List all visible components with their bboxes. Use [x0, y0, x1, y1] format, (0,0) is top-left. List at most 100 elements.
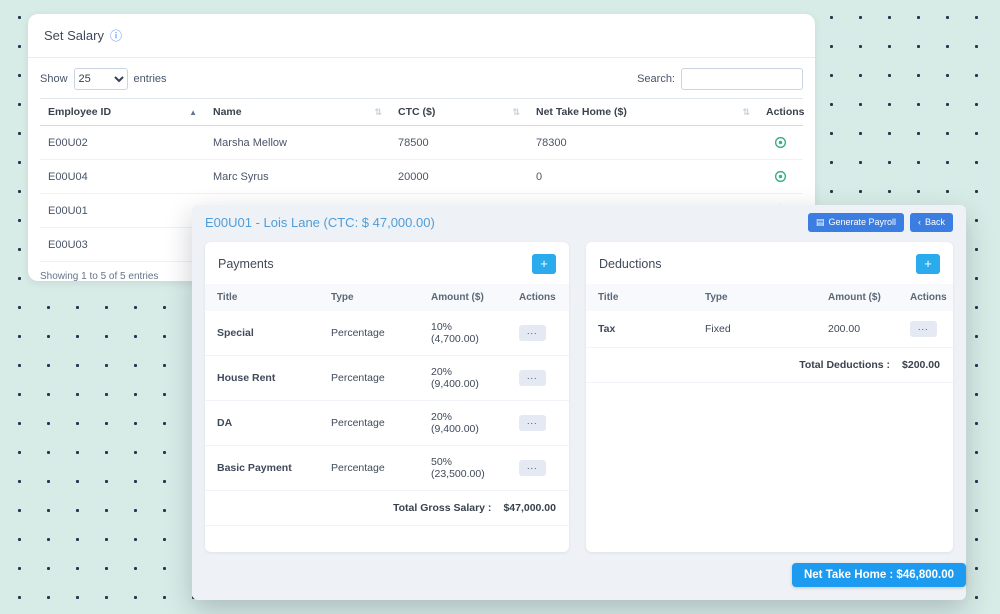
payment-type: Percentage	[319, 400, 419, 445]
col-label: Actions	[766, 106, 805, 118]
add-payment-button[interactable]: +	[532, 254, 556, 274]
payment-title: Special	[205, 311, 319, 356]
search-label: Search:	[637, 73, 675, 85]
payment-row: Basic Payment Percentage 50% (23,500.00)…	[205, 445, 569, 490]
row-actions-button[interactable]: ...	[910, 321, 937, 337]
back-button[interactable]: ‹ Back	[910, 213, 953, 232]
payments-total-label: Total Gross Salary :	[393, 502, 491, 514]
employee-id-link[interactable]: E00U02	[40, 126, 205, 160]
payment-title: Basic Payment	[205, 445, 319, 490]
col-actions: Actions	[758, 99, 803, 126]
col-name[interactable]: Name ⇅	[205, 99, 390, 126]
sort-asc-icon: ▲	[189, 108, 197, 117]
payment-row: House Rent Percentage 20% (9,400.00) ...	[205, 355, 569, 400]
view-salary-icon[interactable]	[774, 136, 787, 149]
col-title: Title	[205, 284, 319, 311]
add-deduction-button[interactable]: +	[916, 254, 940, 274]
employee-id-link[interactable]: E00U03	[40, 228, 205, 262]
table-controls: Show 25 entries Search:	[28, 58, 815, 98]
back-label: Back	[925, 217, 945, 228]
sort-icon: ⇅	[742, 107, 750, 118]
col-title: Title	[586, 284, 693, 311]
salary-table-header-row: Employee ID ▲ Name ⇅ CTC ($) ⇅ Net Take Hom…	[40, 99, 803, 126]
payment-title: House Rent	[205, 355, 319, 400]
payments-card: Payments + Title Type Amount ($) Actions…	[205, 242, 569, 552]
net-cell: 0	[528, 160, 758, 194]
col-amount: Amount ($)	[419, 284, 507, 311]
col-employee-id[interactable]: Employee ID ▲	[40, 99, 205, 126]
deductions-table: Title Type Amount ($) Actions Tax Fixed …	[586, 284, 953, 348]
deduction-row: Tax Fixed 200.00 ...	[586, 311, 953, 348]
col-amount: Amount ($)	[816, 284, 898, 311]
sort-icon: ⇅	[374, 107, 382, 118]
ctc-cell: 78500	[390, 126, 528, 160]
payment-type: Percentage	[319, 445, 419, 490]
employee-salary-panel: E00U01 - Lois Lane (CTC: $ 47,000.00) ▤ …	[192, 205, 966, 600]
ctc-cell: 20000	[390, 160, 528, 194]
net-take-home-badge: Net Take Home : $46,800.00	[792, 563, 966, 587]
entries-select[interactable]: 25	[74, 68, 128, 90]
show-label: Show	[40, 73, 68, 85]
col-type: Type	[693, 284, 816, 311]
col-label: CTC ($)	[398, 106, 435, 118]
employee-name-cell: Marsha Mellow	[205, 126, 390, 160]
document-icon: ▤	[816, 217, 825, 228]
chevron-left-icon: ‹	[918, 217, 921, 228]
deductions-total-label: Total Deductions :	[799, 359, 890, 371]
employee-id-link[interactable]: E00U04	[40, 160, 205, 194]
payments-table: Title Type Amount ($) Actions Special Pe…	[205, 284, 569, 491]
col-type: Type	[319, 284, 419, 311]
show-entries-control: Show 25 entries	[40, 68, 167, 90]
deductions-total-value: $200.00	[902, 359, 940, 371]
row-actions-button[interactable]: ...	[519, 325, 546, 341]
payment-row: DA Percentage 20% (9,400.00) ...	[205, 400, 569, 445]
payment-amount: 20% (9,400.00)	[419, 400, 507, 445]
payments-header: Payments +	[205, 242, 569, 284]
payment-title: DA	[205, 400, 319, 445]
entries-label: entries	[134, 73, 167, 85]
sort-icon: ⇅	[512, 107, 520, 118]
panel-actions: ▤ Generate Payroll ‹ Back	[808, 213, 953, 232]
info-icon[interactable]: ⓘ	[110, 27, 122, 44]
set-salary-header: Set Salary ⓘ	[28, 14, 815, 58]
row-actions-button[interactable]: ...	[519, 415, 546, 431]
search-control: Search:	[637, 68, 803, 90]
deduction-type: Fixed	[693, 311, 816, 348]
deductions-header-row: Title Type Amount ($) Actions	[586, 284, 953, 311]
col-actions: Actions	[898, 284, 953, 311]
payments-title: Payments	[218, 257, 274, 271]
employee-id-link[interactable]: E00U01	[40, 194, 205, 228]
deductions-title: Deductions	[599, 257, 662, 271]
payments-header-row: Title Type Amount ($) Actions	[205, 284, 569, 311]
generate-payroll-label: Generate Payroll	[828, 217, 896, 228]
payment-row: Special Percentage 10% (4,700.00) ...	[205, 311, 569, 356]
view-salary-icon[interactable]	[774, 170, 787, 183]
net-cell: 78300	[528, 126, 758, 160]
search-input[interactable]	[681, 68, 803, 90]
payment-amount: 10% (4,700.00)	[419, 311, 507, 356]
deduction-amount: 200.00	[816, 311, 898, 348]
col-net-take-home[interactable]: Net Take Home ($) ⇅	[528, 99, 758, 126]
payment-type: Percentage	[319, 311, 419, 356]
payments-total-row: Total Gross Salary : $47,000.00	[205, 491, 569, 526]
payment-amount: 20% (9,400.00)	[419, 355, 507, 400]
payments-total-value: $47,000.00	[503, 502, 556, 514]
panel-header: E00U01 - Lois Lane (CTC: $ 47,000.00) ▤ …	[192, 205, 966, 240]
panel-body: Payments + Title Type Amount ($) Actions…	[192, 240, 966, 552]
col-label: Employee ID	[48, 106, 111, 118]
col-label: Net Take Home ($)	[536, 106, 627, 118]
employee-name-cell: Marc Syrus	[205, 160, 390, 194]
set-salary-title: Set Salary	[44, 28, 104, 43]
payment-amount: 50% (23,500.00)	[419, 445, 507, 490]
table-row: E00U02 Marsha Mellow 78500 78300	[40, 126, 803, 160]
deductions-total-row: Total Deductions : $200.00	[586, 348, 953, 383]
col-actions: Actions	[507, 284, 569, 311]
table-row: E00U04 Marc Syrus 20000 0	[40, 160, 803, 194]
row-actions-button[interactable]: ...	[519, 460, 546, 476]
generate-payroll-button[interactable]: ▤ Generate Payroll	[808, 213, 904, 232]
payment-type: Percentage	[319, 355, 419, 400]
col-label: Name	[213, 106, 242, 118]
deduction-title: Tax	[586, 311, 693, 348]
col-ctc[interactable]: CTC ($) ⇅	[390, 99, 528, 126]
row-actions-button[interactable]: ...	[519, 370, 546, 386]
